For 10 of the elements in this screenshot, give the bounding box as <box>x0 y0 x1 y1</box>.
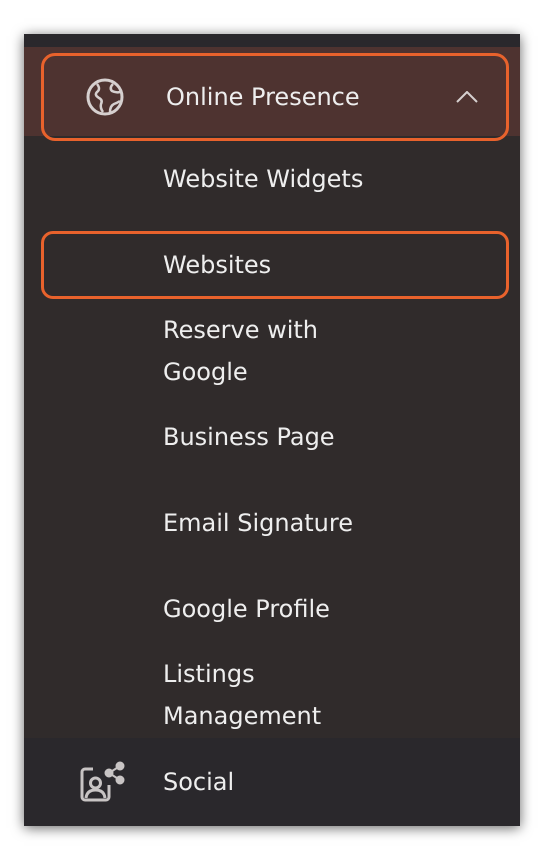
profile-share-icon <box>79 761 125 803</box>
globe-icon <box>85 77 125 117</box>
submenu-item[interactable]: Website Widgets <box>41 145 509 213</box>
online-presence-menu-item[interactable]: Online Presence <box>41 53 509 141</box>
submenu-item[interactable]: Email Signature <box>41 489 509 557</box>
submenu-item[interactable]: Listings Management <box>41 661 509 729</box>
submenu-item[interactable]: Reserve with Google <box>41 317 509 385</box>
submenu-item[interactable]: Google Profile <box>41 575 509 643</box>
submenu-item[interactable]: Business Page <box>41 403 509 471</box>
submenu-item[interactable]: Websites <box>41 231 509 299</box>
